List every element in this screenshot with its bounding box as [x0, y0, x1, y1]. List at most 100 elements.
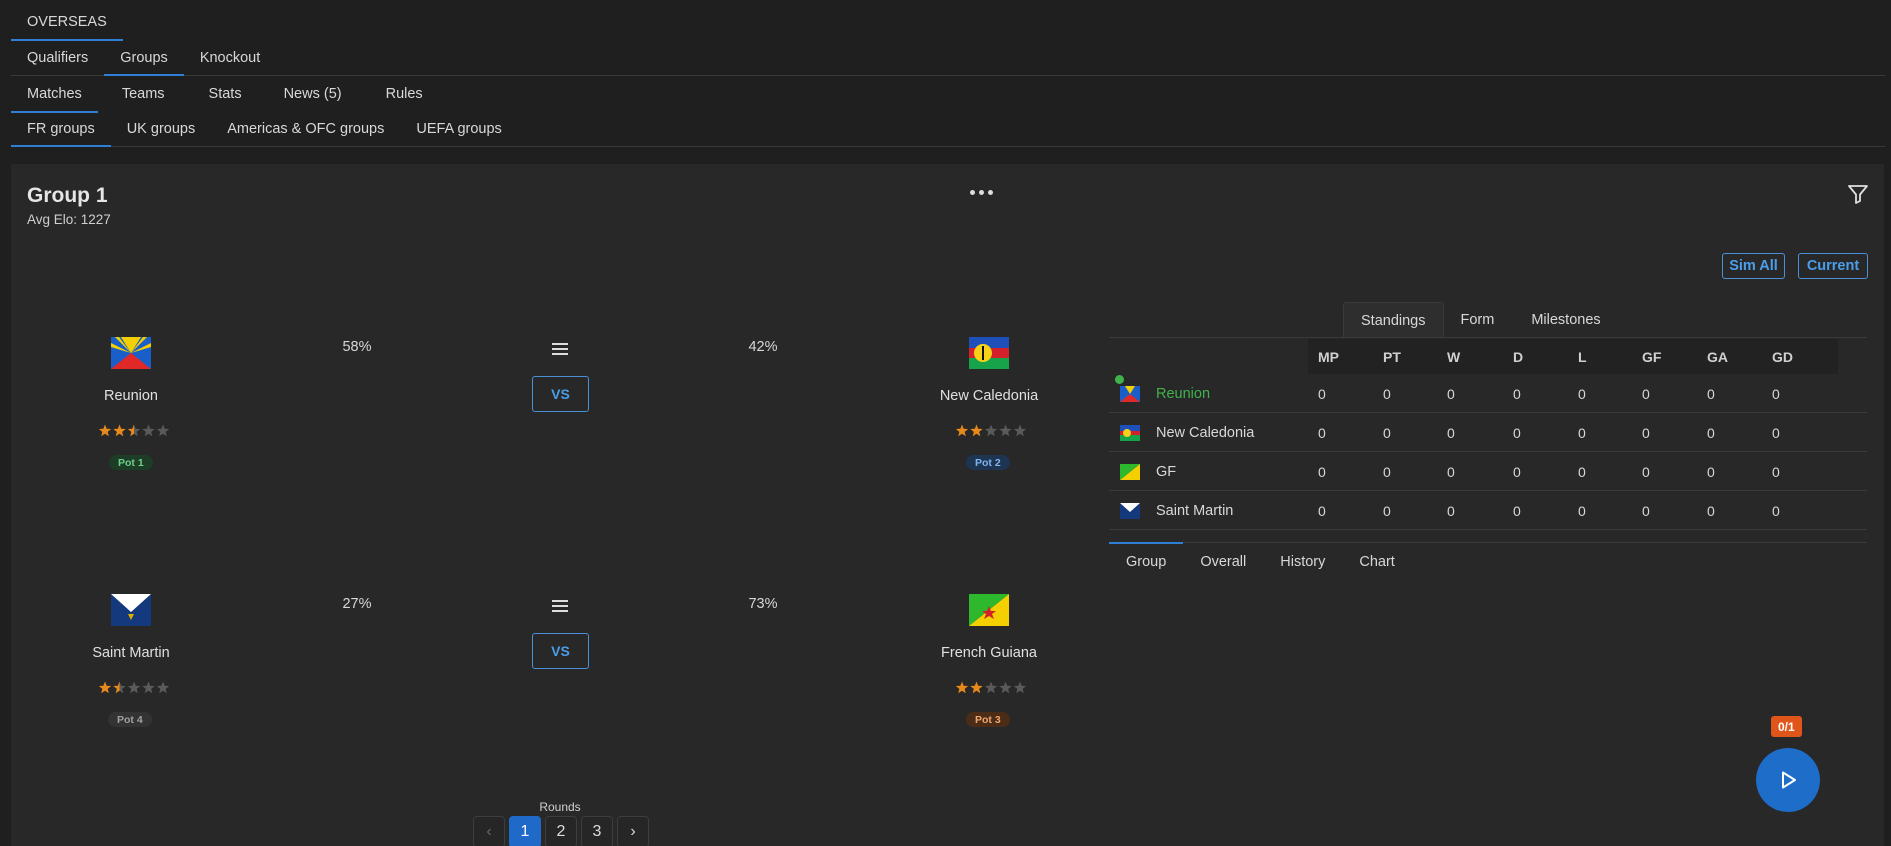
tab-uefa-groups[interactable]: UEFA groups [400, 111, 517, 146]
tab-news[interactable]: News (5) [262, 76, 364, 112]
cell-mp: 0 [1318, 503, 1326, 519]
match-menu-icon[interactable] [550, 598, 570, 614]
prev-page-button[interactable]: ‹ [473, 816, 505, 846]
cell-gf: 0 [1642, 464, 1650, 480]
cell-ga: 0 [1707, 425, 1715, 441]
rounds-label: Rounds [539, 800, 581, 814]
star-icon [984, 424, 998, 437]
tab-uk-groups[interactable]: UK groups [111, 111, 212, 146]
tab-teams[interactable]: Teams [98, 76, 189, 112]
team-name[interactable]: New Caledonia [1156, 425, 1254, 441]
away-team-name: French Guiana [941, 645, 1037, 661]
tab-fr-groups[interactable]: FR groups [11, 111, 111, 147]
team-name[interactable]: Reunion [1156, 386, 1210, 402]
filter-icon[interactable] [1846, 182, 1870, 206]
cell-w: 0 [1447, 425, 1455, 441]
cell-d: 0 [1513, 464, 1521, 480]
cell-mp: 0 [1318, 425, 1326, 441]
reunion-flag-icon [111, 337, 151, 369]
table-row[interactable]: Saint Martin 0 0 0 0 0 0 0 0 [1109, 491, 1867, 530]
cell-l: 0 [1578, 386, 1586, 402]
pot-badge: Pot 1 [109, 455, 153, 470]
star-icon [1013, 681, 1027, 694]
more-options-icon[interactable] [966, 182, 996, 202]
team-name[interactable]: Saint Martin [1156, 503, 1233, 519]
home-win-probability: 27% [342, 596, 372, 612]
cell-gd: 0 [1772, 425, 1780, 441]
star-icon [1013, 424, 1027, 437]
qualified-indicator-icon [1115, 375, 1124, 384]
page-button[interactable]: 2 [545, 816, 577, 846]
tab-stats[interactable]: Stats [189, 76, 262, 112]
standings-table: MP PT W D L GF GA GD Reunion 0 0 0 0 0 0 0 0 Ne… [1109, 337, 1867, 542]
star-icon [999, 681, 1012, 694]
table-row[interactable]: New Caledonia 0 0 0 0 0 0 0 0 [1109, 413, 1867, 452]
cell-l: 0 [1578, 464, 1586, 480]
cell-l: 0 [1578, 425, 1586, 441]
tab-knockout[interactable]: Knockout [184, 40, 276, 75]
french-guiana-flag-icon [969, 594, 1009, 626]
star-icon [970, 424, 983, 437]
away-team-rating [955, 681, 1027, 694]
star-icon [98, 681, 112, 694]
tab-overseas[interactable]: OVERSEAS [11, 4, 123, 41]
cell-gf: 0 [1642, 503, 1650, 519]
page-button[interactable]: 1 [509, 816, 541, 846]
star-icon [955, 681, 969, 694]
sim-all-button[interactable]: Sim All [1722, 253, 1785, 279]
new-caledonia-flag-icon [969, 337, 1009, 369]
col-mp: MP [1318, 349, 1339, 365]
pot-badge: Pot 4 [108, 712, 152, 727]
table-row[interactable]: GF 0 0 0 0 0 0 0 0 [1109, 452, 1867, 491]
home-team-rating [98, 424, 170, 437]
standings-tabs: Standings Form Milestones [1343, 302, 1621, 338]
play-button[interactable] [1756, 748, 1820, 812]
group-region-tabs: FR groups UK groups Americas & OFC group… [11, 111, 1885, 147]
cell-gf: 0 [1642, 386, 1650, 402]
tab-groups[interactable]: Groups [104, 40, 184, 76]
table-row[interactable]: Reunion 0 0 0 0 0 0 0 0 [1109, 374, 1867, 413]
match-menu-icon[interactable] [550, 341, 570, 357]
tab-overall[interactable]: Overall [1183, 543, 1263, 580]
saint-martin-flag-icon [1120, 503, 1140, 519]
cell-w: 0 [1447, 464, 1455, 480]
tab-history[interactable]: History [1263, 543, 1342, 580]
cell-gf: 0 [1642, 425, 1650, 441]
next-page-button[interactable]: › [617, 816, 649, 846]
tab-chart[interactable]: Chart [1342, 543, 1411, 580]
star-icon [113, 681, 126, 694]
away-win-probability: 73% [748, 596, 778, 612]
home-team-rating [98, 681, 170, 694]
cell-pt: 0 [1383, 464, 1391, 480]
tab-milestones[interactable]: Milestones [1511, 302, 1620, 338]
cell-w: 0 [1447, 386, 1455, 402]
away-team-rating [955, 424, 1027, 437]
table-header: MP PT W D L GF GA GD [1308, 339, 1838, 374]
tab-standings[interactable]: Standings [1343, 302, 1444, 338]
star-icon [127, 424, 141, 437]
cell-d: 0 [1513, 425, 1521, 441]
tab-group[interactable]: Group [1109, 542, 1184, 580]
cell-w: 0 [1447, 503, 1455, 519]
tab-qualifiers[interactable]: Qualifiers [11, 40, 104, 75]
tab-matches[interactable]: Matches [11, 76, 98, 113]
tab-form[interactable]: Form [1444, 302, 1512, 338]
vs-button[interactable]: VS [532, 376, 589, 412]
table-view-tabs: Group Overall History Chart [1109, 542, 1867, 580]
avg-elo: Avg Elo: 1227 [27, 212, 111, 227]
page-button[interactable]: 3 [581, 816, 613, 846]
vs-button[interactable]: VS [532, 633, 589, 669]
reunion-flag-icon [1120, 386, 1140, 402]
home-team-name: Saint Martin [92, 645, 170, 661]
current-button[interactable]: Current [1798, 253, 1868, 279]
tab-americas-ofc-groups[interactable]: Americas & OFC groups [211, 111, 400, 146]
cell-gd: 0 [1772, 464, 1780, 480]
col-gd: GD [1772, 349, 1793, 365]
tab-rules[interactable]: Rules [364, 76, 445, 112]
play-icon [1782, 771, 1796, 789]
stage-tabs: Qualifiers Groups Knockout [11, 40, 1885, 76]
home-team-name: Reunion [103, 388, 158, 404]
cell-gd: 0 [1772, 503, 1780, 519]
cell-mp: 0 [1318, 464, 1326, 480]
team-name[interactable]: GF [1156, 464, 1176, 480]
